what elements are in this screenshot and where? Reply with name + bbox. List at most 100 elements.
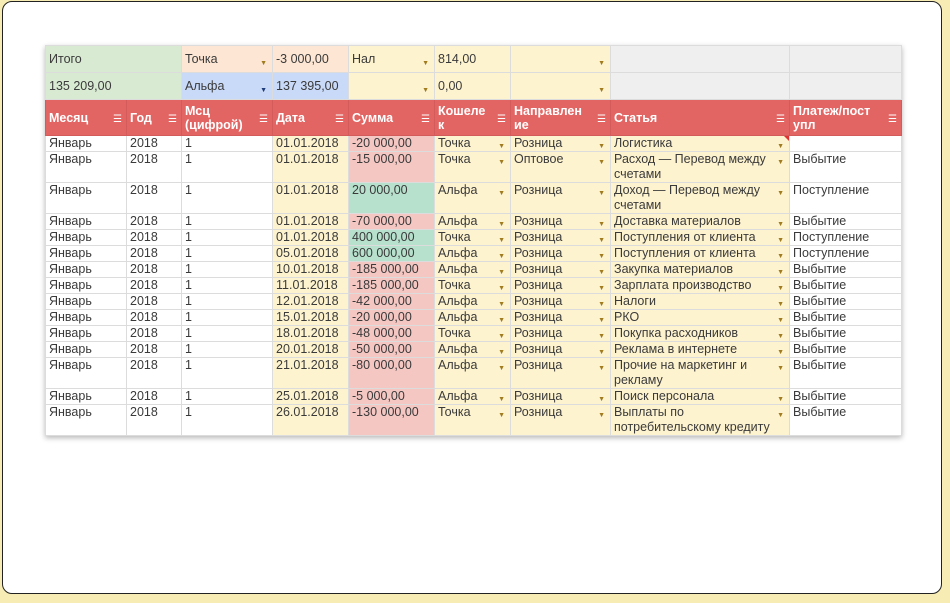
summary-wallet-select[interactable]: Точка ▼: [181, 45, 274, 73]
cell-article[interactable]: Поиск персонала ▼: [610, 388, 791, 405]
dropdown-arrow-icon[interactable]: ▼: [498, 361, 505, 376]
filter-icon[interactable]: ☰: [888, 113, 897, 127]
cell-month[interactable]: Январь: [45, 261, 127, 278]
dropdown-arrow-icon[interactable]: ▼: [598, 155, 605, 170]
cell-direction[interactable]: Розница ▼: [510, 404, 612, 436]
cell-month[interactable]: Январь: [45, 182, 127, 214]
cell-sum[interactable]: -80 000,00: [348, 357, 436, 389]
cell-year[interactable]: 2018: [125, 357, 183, 389]
dropdown-arrow-icon[interactable]: ▼: [777, 249, 784, 261]
dropdown-arrow-icon[interactable]: ▼: [598, 265, 605, 277]
column-header-direction[interactable]: Направлен ие ☰: [510, 99, 612, 136]
column-header-date[interactable]: Дата ☰: [272, 99, 350, 136]
cell-payment-type[interactable]: Выбытие: [789, 388, 903, 405]
cell-article[interactable]: Логистика ▼: [610, 135, 791, 152]
column-header-article[interactable]: Статья ☰: [610, 99, 791, 136]
dropdown-arrow-icon[interactable]: ▼: [498, 249, 505, 261]
dropdown-arrow-icon[interactable]: ▼: [777, 361, 784, 376]
cell-payment-type[interactable]: Поступление: [789, 182, 903, 214]
cell-sum[interactable]: -185 000,00: [348, 261, 436, 278]
cell-direction[interactable]: Розница ▼: [510, 277, 612, 294]
dropdown-arrow-icon[interactable]: ▼: [777, 217, 784, 229]
cell-date[interactable]: 01.01.2018: [272, 213, 350, 230]
cell-sum[interactable]: -42 000,00: [348, 293, 436, 310]
cell-payment-type[interactable]: Выбытие: [789, 309, 903, 326]
cell-year[interactable]: 2018: [125, 325, 183, 342]
cell-month[interactable]: Январь: [45, 245, 127, 262]
dropdown-arrow-icon[interactable]: ▼: [598, 329, 605, 341]
cell-article[interactable]: Расход — Перевод между счетами ▼: [610, 151, 791, 183]
cell-article[interactable]: Прочие на маркетинг и рекламу ▼: [610, 357, 791, 389]
cell-article[interactable]: Покупка расходников ▼: [610, 325, 791, 342]
summary-cash-select-2[interactable]: ▼: [348, 72, 436, 100]
cell-date[interactable]: 01.01.2018: [272, 182, 350, 214]
cell-date[interactable]: 05.01.2018: [272, 245, 350, 262]
cell-payment-type[interactable]: Выбытие: [789, 357, 903, 389]
dropdown-arrow-icon[interactable]: ▼: [498, 392, 505, 404]
cell-wallet[interactable]: Точка ▼: [434, 404, 512, 436]
dropdown-arrow-icon[interactable]: ▼: [598, 361, 605, 376]
dropdown-arrow-icon[interactable]: ▼: [498, 186, 505, 201]
dropdown-arrow-icon[interactable]: ▼: [598, 139, 605, 151]
cell-wallet[interactable]: Альфа ▼: [434, 357, 512, 389]
cell-article[interactable]: Закупка материалов ▼: [610, 261, 791, 278]
dropdown-arrow-icon[interactable]: ▼: [777, 345, 784, 357]
cell-wallet[interactable]: Альфа ▼: [434, 341, 512, 358]
cell-direction[interactable]: Розница ▼: [510, 261, 612, 278]
cell-month[interactable]: Январь: [45, 135, 127, 152]
cell-date[interactable]: 20.01.2018: [272, 341, 350, 358]
cell-payment-type[interactable]: Поступление: [789, 245, 903, 262]
cell-direction[interactable]: Розница ▼: [510, 388, 612, 405]
filter-icon[interactable]: ☰: [113, 113, 122, 127]
filter-icon[interactable]: ☰: [421, 113, 430, 127]
dropdown-arrow-icon[interactable]: ▼: [777, 139, 784, 151]
cell-payment-type[interactable]: Выбытие: [789, 325, 903, 342]
filter-icon[interactable]: ☰: [259, 113, 268, 127]
dropdown-arrow-icon[interactable]: ▼: [598, 217, 605, 229]
dropdown-arrow-icon[interactable]: ▼: [598, 83, 605, 98]
cell-year[interactable]: 2018: [125, 277, 183, 294]
column-header-wallet[interactable]: Кошеле к ☰: [434, 99, 512, 136]
dropdown-arrow-icon[interactable]: ▼: [598, 233, 605, 245]
cell-wallet[interactable]: Альфа ▼: [434, 182, 512, 214]
cell-sum[interactable]: -185 000,00: [348, 277, 436, 294]
cell-article[interactable]: Поступления от клиента ▼: [610, 245, 791, 262]
dropdown-arrow-icon[interactable]: ▼: [777, 281, 784, 293]
cell-year[interactable]: 2018: [125, 261, 183, 278]
cell-year[interactable]: 2018: [125, 229, 183, 246]
cell-sum[interactable]: -20 000,00: [348, 309, 436, 326]
cell-payment-type[interactable]: [789, 135, 903, 152]
cell-year[interactable]: 2018: [125, 341, 183, 358]
cell-month-number[interactable]: 1: [181, 229, 274, 246]
cell-sum[interactable]: -48 000,00: [348, 325, 436, 342]
cell-payment-type[interactable]: Выбытие: [789, 404, 903, 436]
dropdown-arrow-icon[interactable]: ▼: [598, 297, 605, 309]
cell-sum[interactable]: -130 000,00: [348, 404, 436, 436]
cell-sum[interactable]: 400 000,00: [348, 229, 436, 246]
cell-month[interactable]: Январь: [45, 309, 127, 326]
cell-wallet[interactable]: Альфа ▼: [434, 245, 512, 262]
cell-article[interactable]: Доставка материалов ▼: [610, 213, 791, 230]
cell-wallet[interactable]: Альфа ▼: [434, 261, 512, 278]
dropdown-arrow-icon[interactable]: ▼: [777, 313, 784, 325]
dropdown-arrow-icon[interactable]: ▼: [498, 281, 505, 293]
dropdown-arrow-icon[interactable]: ▼: [498, 155, 505, 170]
cell-month-number[interactable]: 1: [181, 309, 274, 326]
column-header-year[interactable]: Год ☰: [125, 99, 183, 136]
cell-date[interactable]: 01.01.2018: [272, 135, 350, 152]
cell-direction[interactable]: Оптовое ▼: [510, 151, 612, 183]
cell-direction[interactable]: Розница ▼: [510, 245, 612, 262]
column-header-payment-type[interactable]: Платеж/пост упл ☰: [789, 99, 903, 136]
cell-date[interactable]: 21.01.2018: [272, 357, 350, 389]
dropdown-arrow-icon[interactable]: ▼: [777, 297, 784, 309]
dropdown-arrow-icon[interactable]: ▼: [777, 408, 784, 423]
cell-month-number[interactable]: 1: [181, 404, 274, 436]
dropdown-arrow-icon[interactable]: ▼: [777, 155, 784, 170]
cell-month[interactable]: Январь: [45, 229, 127, 246]
cell-date[interactable]: 25.01.2018: [272, 388, 350, 405]
cell-month-number[interactable]: 1: [181, 261, 274, 278]
cell-sum[interactable]: -15 000,00: [348, 151, 436, 183]
dropdown-arrow-icon[interactable]: ▼: [777, 265, 784, 277]
cell-wallet[interactable]: Точка ▼: [434, 135, 512, 152]
cell-month[interactable]: Январь: [45, 293, 127, 310]
